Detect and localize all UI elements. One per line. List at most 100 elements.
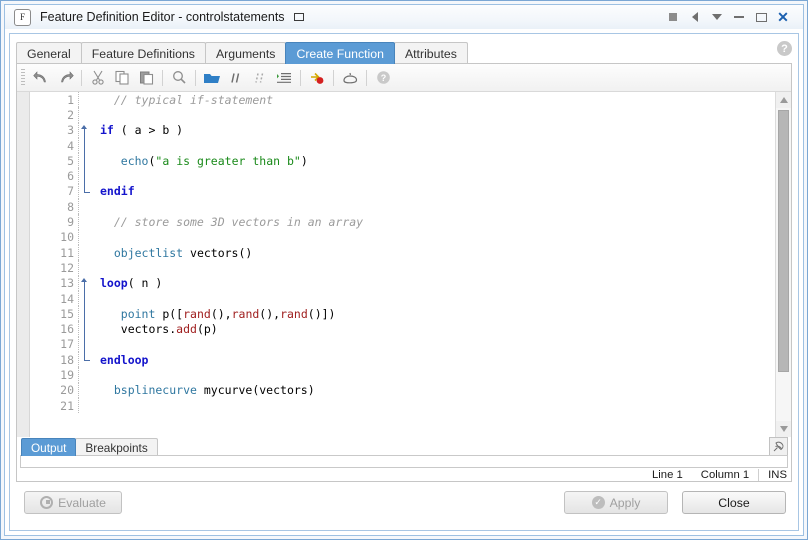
code-editor[interactable]: 1 // typical if-statement 2 3 if ( a > b ) 4… — [17, 92, 791, 437]
code-token: (p) — [196, 322, 218, 337]
tab-general[interactable]: General — [16, 42, 82, 64]
code-text: objectlist vectors() — [92, 246, 253, 260]
breakpoint-icon[interactable] — [305, 67, 329, 89]
app-icon: F — [14, 8, 31, 26]
square-icon — [669, 13, 677, 21]
fold-marker — [78, 214, 92, 230]
scroll-down-button[interactable] — [776, 421, 791, 437]
code-line[interactable]: 6 — [30, 168, 775, 184]
copy-icon[interactable] — [110, 67, 134, 89]
fold-marker — [78, 153, 92, 169]
code-line[interactable]: 5 echo("a is greater than b") — [30, 153, 775, 169]
code-token: rand — [231, 306, 260, 321]
close-dialog-button[interactable]: Close — [682, 491, 786, 514]
code-line[interactable]: 2 — [30, 107, 775, 123]
line-number: 4 — [67, 138, 74, 153]
output-tab-output[interactable]: Output — [21, 438, 77, 456]
code-line[interactable]: 8 — [30, 199, 775, 215]
code-line[interactable]: 3 if ( a > b ) — [30, 122, 775, 138]
line-number: 16 — [60, 322, 74, 337]
tab-create-function[interactable]: Create Function — [285, 42, 395, 64]
help-icon[interactable]: ? — [371, 67, 395, 89]
redo-icon[interactable] — [53, 67, 77, 89]
minimize-button[interactable] — [728, 7, 750, 27]
fold-marker[interactable] — [78, 122, 92, 138]
status-bar: Line 1 Column 1 INS — [17, 468, 791, 481]
code-line[interactable]: 1 // typical if-statement — [30, 92, 775, 108]
separator-2 — [162, 69, 163, 86]
help-icon[interactable]: ? — [777, 41, 792, 56]
output-tab-breakpoints[interactable]: Breakpoints — [75, 438, 158, 456]
dropdown-button[interactable] — [706, 7, 728, 27]
code-token: (), — [259, 306, 281, 321]
scroll-up-button[interactable] — [776, 92, 791, 108]
separator-3 — [195, 69, 196, 86]
scroll-thumb[interactable] — [778, 110, 789, 372]
line-number: 17 — [60, 337, 74, 352]
output-content — [20, 455, 788, 468]
code-token: point — [120, 306, 156, 321]
code-line[interactable]: 20 bsplinecurve mycurve(vectors) — [30, 382, 775, 398]
code-lines-container[interactable]: 1 // typical if-statement 2 3 if ( a > b ) 4… — [30, 92, 775, 437]
close-button[interactable]: ✕ — [772, 7, 794, 27]
search-icon[interactable] — [167, 67, 191, 89]
tab-attributes[interactable]: Attributes — [393, 42, 468, 64]
apply-button[interactable]: ✓ Apply — [564, 491, 668, 514]
fold-marker[interactable] — [78, 275, 92, 291]
code-line[interactable]: 16 vectors.add(p) — [30, 321, 775, 337]
line-number: 18 — [60, 352, 74, 367]
comment-icon[interactable] — [224, 67, 248, 89]
line-number: 19 — [60, 367, 74, 382]
code-text: point p([rand(),rand(),rand()]) — [92, 306, 336, 321]
code-line[interactable]: 9 // store some 3D vectors in an array — [30, 214, 775, 230]
tab-feature-definitions[interactable]: Feature Definitions — [80, 42, 206, 64]
code-line[interactable]: 12 — [30, 260, 775, 276]
close-button-label: Close — [718, 495, 750, 510]
fold-marker — [78, 92, 92, 108]
pin-icon[interactable] — [769, 437, 788, 456]
indent-icon[interactable] — [272, 67, 296, 89]
uncomment-icon[interactable] — [248, 67, 272, 89]
code-token: bsplinecurve — [100, 383, 197, 398]
code-text: // store some 3D vectors in an array — [92, 215, 363, 229]
code-line[interactable]: 19 — [30, 367, 775, 383]
output-pane: Output Breakpoints Line 1 Column 1 INS — [17, 437, 791, 481]
code-line[interactable]: 7 endif — [30, 183, 775, 200]
code-line[interactable]: 15 point p([rand(),rand(),rand()]) — [30, 306, 775, 322]
status-column: Column 1 — [700, 468, 750, 481]
prev-button[interactable] — [684, 7, 706, 27]
undo-icon[interactable] — [29, 67, 53, 89]
code-line[interactable]: 13 loop( n ) — [30, 275, 775, 291]
cut-icon[interactable] — [86, 67, 110, 89]
title-bar[interactable]: F Feature Definition Editor - controlsta… — [5, 5, 803, 29]
code-line[interactable]: 18 endloop — [30, 352, 775, 368]
evaluate-button-label: Evaluate — [58, 495, 106, 510]
code-token: add — [176, 322, 197, 337]
chevron-down-icon — [712, 14, 722, 20]
paste-icon[interactable] — [134, 67, 158, 89]
line-number: 8 — [67, 199, 74, 214]
editor-vertical-scrollbar[interactable] — [775, 92, 791, 437]
maximize-button[interactable] — [750, 7, 772, 27]
toolbar-grip[interactable] — [21, 68, 25, 87]
fold-marker — [78, 183, 92, 200]
code-line[interactable]: 4 — [30, 137, 775, 154]
code-line[interactable]: 21 — [30, 397, 775, 414]
fold-marker — [78, 290, 92, 307]
code-line[interactable]: 14 — [30, 290, 775, 307]
code-line[interactable]: 17 — [30, 336, 775, 353]
maximize-icon — [755, 12, 767, 22]
tab-arguments[interactable]: Arguments — [204, 42, 287, 64]
open-folder-icon[interactable] — [200, 67, 224, 89]
code-line[interactable]: 11 objectlist vectors() — [30, 244, 775, 261]
status-insert-mode: INS — [758, 468, 791, 481]
evaluate-button[interactable]: Evaluate — [24, 491, 122, 514]
code-text: loop( n ) — [92, 276, 162, 290]
code-line[interactable]: 10 — [30, 229, 775, 245]
debug-icon[interactable] — [338, 67, 362, 89]
editor-margin-strip — [17, 92, 30, 437]
fold-marker — [78, 229, 92, 245]
document-icon — [293, 13, 304, 21]
stop-button[interactable] — [662, 7, 684, 27]
